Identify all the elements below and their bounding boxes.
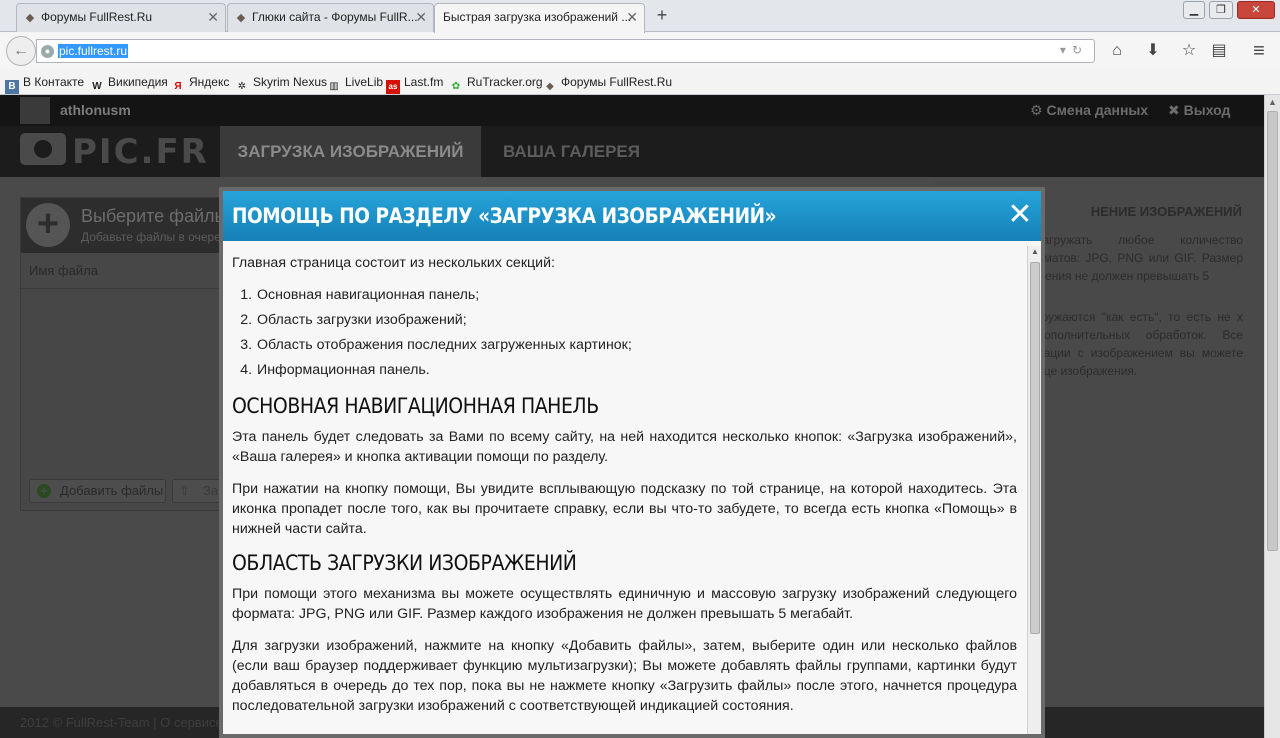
tab-title: Глюки сайта - Форумы FullR... [252,10,418,24]
paragraph: Для загрузки изображений, нажмите на кно… [232,638,1017,714]
close-icon[interactable]: ✕ [415,4,427,31]
reading-list-icon[interactable]: ▤ [1208,40,1230,62]
tab-pic-upload[interactable]: Быстрая загрузка изображений ... ✕ [434,3,645,33]
vk-icon: В [5,80,19,94]
bookmark-wikipedia[interactable]: W Википедия [90,75,168,94]
bookmark-skyrim-nexus[interactable]: ✲ Skyrim Nexus [235,75,327,94]
bookmark-vk[interactable]: ВВ Контакте [5,75,84,94]
minimize-button[interactable]: ▁ [1183,1,1205,19]
modal-scrollbar[interactable]: ▲ [1027,246,1041,734]
info-paragraph: загружать любое количество рматов: JPG, … [1037,233,1243,283]
browser-chrome: ◆ Форумы FullRest.Ru ✕ ◆ Глюки сайта - Ф… [0,0,1280,95]
username[interactable]: athlonusm [60,102,131,118]
list-item: Информационная панель. [256,358,1017,383]
site-top-bar: athlonusm ⚙ Смена данных ✖ Выход [0,95,1264,126]
list-item: Область загрузки изображений; [256,308,1017,333]
tab-bugs[interactable]: ◆ Глюки сайта - Форумы FullR... ✕ [227,3,434,32]
plus-icon[interactable]: + [26,203,70,247]
bookmark-livelib[interactable]: ▥ LiveLib [327,75,383,94]
modal-close-button[interactable]: ✕ [1006,200,1034,230]
yandex-icon: Я [174,81,182,92]
camera-icon [20,133,66,165]
sections-list: Основная навигационная панель; Область з… [256,283,1017,383]
rutracker-icon: ✿ [451,81,461,92]
wikipedia-icon: W [92,81,102,92]
bookmark-lastfm[interactable]: as Last.fm [386,75,443,94]
upload-arrow-icon: ⇧ [179,483,190,498]
window-close-button[interactable]: ✕ [1237,1,1275,19]
url-text[interactable]: pic.fullrest.ru [58,44,129,58]
url-bar[interactable]: ● pic.fullrest.ru ▾↻ [36,39,1095,63]
star-icon[interactable]: ☆ [1178,40,1200,62]
plus-circle-icon: + [37,484,51,498]
modal-title: ПОМОЩЬ ПО РАЗДЕЛУ «ЗАГРУЗКА ИЗОБРАЖЕНИЙ» [232,204,777,228]
modal-body: Главная страница состоит из нескольких с… [232,241,1017,734]
new-tab-button[interactable]: + [652,4,672,26]
scrollbar-thumb[interactable] [1267,111,1278,551]
upload-panel: + Выберите файлы Добавьте файлы в очеред… [20,197,233,511]
upload-panel-header: + Выберите файлы Добавьте файлы в очеред… [21,198,233,253]
scroll-up-icon[interactable]: ▲ [1268,97,1277,107]
close-icon[interactable]: ✕ [207,4,219,31]
paragraph: Эта панель будет следовать за Вами по вс… [232,429,1017,465]
intro-text: Главная страница состоит из нескольких с… [232,255,555,271]
add-files-button[interactable]: + Добавить файлы [29,479,166,503]
help-modal: ПОМОЩЬ ПО РАЗДЕЛУ «ЗАГРУЗКА ИЗОБРАЖЕНИЙ»… [219,187,1045,738]
scroll-up-icon[interactable]: ▲ [1031,247,1039,256]
close-icon: ✖ [1168,102,1180,118]
modal-header: ПОМОЩЬ ПО РАЗДЕЛУ «ЗАГРУЗКА ИЗОБРАЖЕНИЙ»… [223,191,1041,241]
close-icon[interactable]: ✕ [626,4,638,31]
info-paragraph: гружаются "как есть", то есть не х допол… [1037,310,1243,378]
livelib-icon: ▥ [329,81,339,92]
tab-title: Быстрая загрузка изображений ... [443,10,632,24]
fullrest-icon: ◆ [546,81,554,92]
fullrest-icon: ◆ [25,12,35,24]
bookmark-yandex[interactable]: Я Яндекс [171,75,229,94]
download-icon[interactable]: ⬇ [1142,40,1164,62]
tab-title: Форумы FullRest.Ru [41,10,153,24]
tab-upload-images[interactable]: ЗАГРУЗКА ИЗОБРАЖЕНИЙ [220,126,481,177]
bookmark-rutracker[interactable]: ✿ RuTracker.org [449,75,543,94]
paragraph: При помощи этого механизма вы можете осу… [232,586,1017,622]
logout-link[interactable]: ✖ Выход [1168,102,1230,119]
scrollbar-thumb[interactable] [1030,262,1040,634]
lastfm-icon: as [386,80,400,94]
home-icon[interactable]: ⌂ [1106,40,1128,62]
bookmarks-bar: ВВ Контакте W Википедия Я Яндекс ✲ Skyrim N… [0,70,1280,95]
gear-icon: ⚙ [1030,102,1043,118]
page-scrollbar[interactable]: ▲ [1264,95,1280,738]
change-data-link[interactable]: ⚙ Смена данных [1030,102,1148,119]
nexus-icon: ✲ [237,81,247,92]
site-logo[interactable]: PIC.FR [20,132,209,172]
nav-bar: ← ● pic.fullrest.ru ▾↻ ⌂ ⬇ ☆ ▤ ≡ [0,33,1280,69]
tab-your-gallery[interactable]: ВАША ГАЛЕРЕЯ [481,126,662,177]
list-item: Область отображения последних загруженны… [256,333,1017,358]
site-header: PIC.FR ЗАГРУЗКА ИЗОБРАЖЕНИЙ ВАША ГАЛЕРЕЯ [0,126,1264,177]
back-button[interactable]: ← [6,36,36,66]
avatar[interactable] [20,97,50,124]
heading-upload-area: ОБЛАСТЬ ЗАГРУЗКИ ИЗОБРАЖЕНИЙ [232,551,577,575]
tab-forums[interactable]: ◆ Форумы FullRest.Ru ✕ [16,3,226,32]
maximize-button[interactable]: ❐ [1209,1,1233,19]
fullrest-icon: ◆ [236,12,246,24]
column-header-filename: Имя файла [21,253,233,289]
paragraph: При нажатии на кнопку помощи, Вы увидите… [232,481,1017,537]
upload-subtitle: Добавьте файлы в очередь [81,230,231,244]
reload-icon[interactable]: ▾↻ [1060,43,1088,57]
list-item: Основная навигационная панель; [256,283,1017,308]
upload-title: Выберите файлы [81,206,228,226]
globe-icon: ● [41,45,54,58]
heading-navigation: ОСНОВНАЯ НАВИГАЦИОННАЯ ПАНЕЛЬ [232,394,599,418]
menu-icon[interactable]: ≡ [1248,40,1270,62]
arrow-left-icon: ← [13,42,29,59]
tab-bar: ◆ Форумы FullRest.Ru ✕ ◆ Глюки сайта - Ф… [0,0,1280,33]
bookmark-fullrest[interactable]: ◆ Форумы FullRest.Ru [543,75,672,94]
